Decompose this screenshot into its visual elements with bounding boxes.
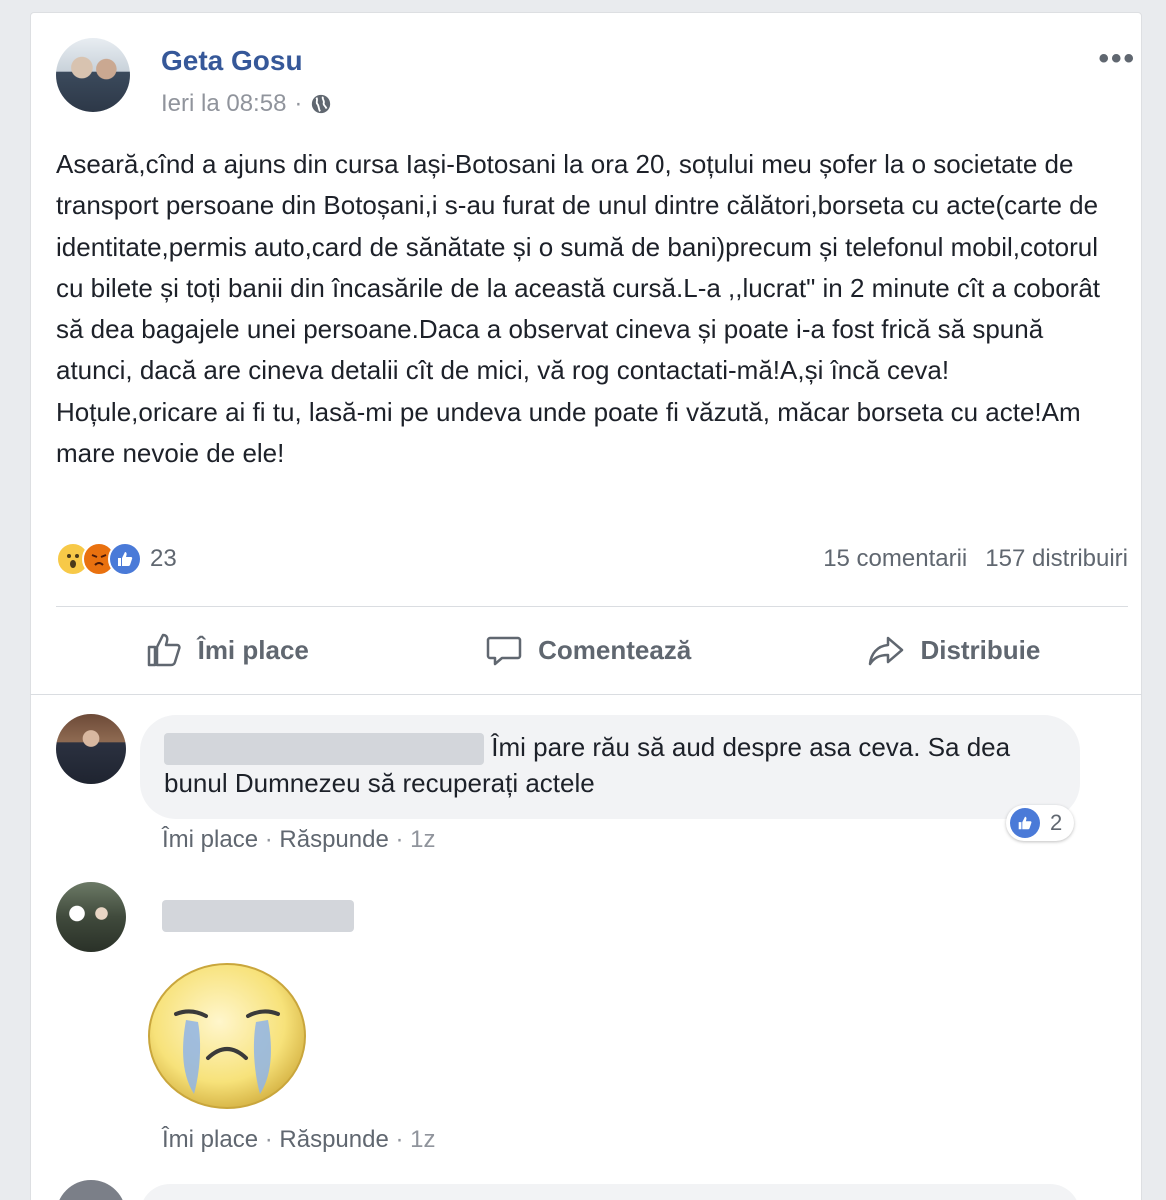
meta-separator: · — [294, 90, 303, 117]
comment-like-count: 2 — [1050, 810, 1063, 835]
meta-dot: · — [264, 826, 280, 853]
comment-like-badge[interactable]: 2 — [1006, 805, 1075, 841]
like-button[interactable]: Îmi place — [144, 630, 309, 670]
shares-count[interactable]: 157 distribuiri — [985, 545, 1128, 573]
commenter-avatar[interactable] — [56, 882, 126, 952]
share-button[interactable]: Distribuie — [866, 630, 1040, 670]
thumbs-up-icon — [147, 633, 181, 667]
meta-dot: · — [264, 1126, 280, 1153]
reaction-count: 23 — [150, 545, 177, 572]
divider — [56, 606, 1128, 607]
meta-dot: · — [395, 1126, 411, 1153]
more-options-button[interactable]: ••• — [1098, 42, 1136, 76]
comments-divider — [30, 694, 1142, 695]
author-name[interactable]: Geta Gosu — [161, 45, 303, 77]
share-arrow-icon — [869, 636, 904, 666]
comment-bubble — [140, 1184, 1080, 1200]
engagement-counts: 15 comentarii 157 distribuiri — [823, 545, 1128, 573]
comment-meta: Îmi place · Răspunde · 1z — [162, 826, 436, 854]
comments-count[interactable]: 15 comentarii — [823, 545, 967, 573]
comment-time[interactable]: 1z — [410, 826, 435, 853]
post-meta: Ieri la 08:58 · — [161, 90, 332, 118]
post-body: Aseară,cînd a ajuns din cursa Iași-Botos… — [56, 149, 1100, 469]
comment-time[interactable]: 1z — [410, 1126, 435, 1153]
globe-icon[interactable] — [310, 93, 332, 115]
comment-like-link[interactable]: Îmi place — [162, 1126, 258, 1153]
hidden-commenter-name[interactable] — [162, 900, 354, 932]
hidden-commenter-name[interactable] — [164, 733, 484, 766]
like-reaction-icon — [108, 542, 142, 576]
comment-button[interactable]: Comentează — [484, 630, 691, 670]
commenter-avatar[interactable] — [56, 714, 126, 784]
like-label: Îmi place — [197, 634, 309, 665]
comment-reply-link[interactable]: Răspunde — [279, 826, 388, 853]
like-badge-icon — [1010, 808, 1040, 838]
comment-reply-link[interactable]: Răspunde — [279, 1126, 388, 1153]
share-label: Distribuie — [920, 634, 1041, 665]
comment-bubble: Îmi pare rău să aud despre asa ceva. Sa … — [140, 715, 1080, 819]
author-avatar[interactable] — [56, 38, 130, 112]
crying-face-sticker — [148, 963, 306, 1109]
comment-label: Comentează — [538, 634, 692, 665]
reactions-summary[interactable]: 23 — [56, 542, 177, 576]
post-actions-bar: Îmi place Comentează Distribuie — [56, 612, 1128, 688]
comment-like-link[interactable]: Îmi place — [162, 826, 258, 853]
comment-icon — [486, 636, 522, 666]
post-time[interactable]: Ieri la 08:58 — [161, 90, 286, 118]
comment-meta: Îmi place · Răspunde · 1z — [162, 1126, 436, 1154]
meta-dot: · — [395, 826, 411, 853]
